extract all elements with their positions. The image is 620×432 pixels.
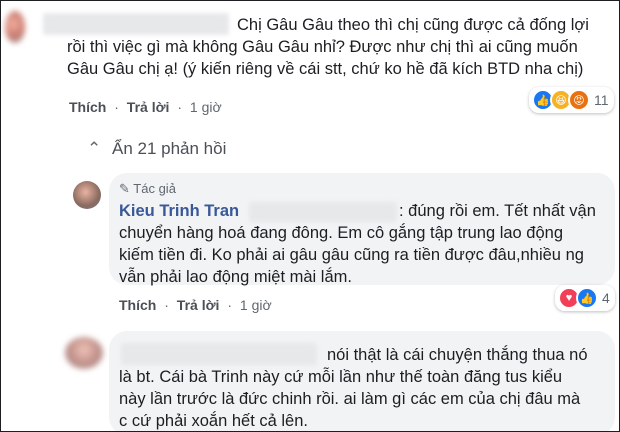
reply-2-line: là bt. Cái bà Trinh này cứ mỗi lần như t… [119,368,563,386]
screenshot-frame: Chị Gâu Gâu theo thì chị cũng được cả đố… [0,0,620,432]
chevron-up-icon: ⌃ [87,139,102,158]
author-badge: ✎ Tác giả [119,181,176,197]
comment-1-line: rồi thì việc gì mà không Gâu Gâu nhỉ? Đư… [67,38,578,56]
mention-redacted [249,202,397,222]
comment-1-reactions[interactable]: 👍 😆 😡 11 [529,87,614,113]
reply-1-line: kiếm tiền đi. Ko phải ai gâu gâu cũng ra… [119,246,584,264]
commenter-avatar[interactable] [5,11,25,43]
reply-time: 1 giờ [239,297,272,313]
comment-time: 1 giờ [189,99,222,115]
reply-1-line: vẫn phải lao động miệt mài lắm. [119,268,352,286]
reply-1-text-cont: chuyển hàng hoá đang đông. Em cô gắng tậ… [119,222,611,288]
reply-2-text-cont: là bt. Cái bà Trinh này cứ mỗi lần như t… [119,366,615,431]
reply-link[interactable]: Trả lời [177,297,220,313]
reply-1-line: : đúng rồi em. Tết nhất vận [399,202,596,220]
comment-1-line: Gâu Gâu chị ạ! (ý kiến riêng về cái stt,… [67,60,584,78]
hide-replies-label: Ẩn 21 phản hồi [111,139,227,158]
reply-2-line: này lần trước là đức chinh rồi. ai làm g… [119,390,581,408]
like-link[interactable]: Thích [119,297,156,313]
reply-1-actions: Thích · Trả lời · 1 giờ [119,297,272,313]
pencil-icon: ✎ [119,181,130,196]
comment-1-text-cont: rồi thì việc gì mà không Gâu Gâu nhỉ? Đư… [67,36,619,80]
angry-icon: 😡 [568,89,590,111]
like-link[interactable]: Thích [69,99,106,115]
comment-1-text: Chị Gâu Gâu theo thì chị cũng được cả đố… [237,14,617,36]
reply-2-line: nói thật là cái chuyện thắng thua nó [327,346,588,364]
comment-1-actions: Thích · Trả lời · 1 giờ [69,99,222,115]
reply-link[interactable]: Trả lời [127,99,170,115]
reply-2-avatar[interactable] [65,337,103,369]
reply-2-text: nói thật là cái chuyện thắng thua nó [327,344,617,366]
author-avatar[interactable] [73,181,101,209]
comment-1-line: Chị Gâu Gâu theo thì chị cũng được cả đố… [237,16,589,34]
hide-replies-link[interactable]: ⌃ Ẩn 21 phản hồi [87,139,226,159]
reply-1-reactions[interactable]: ♥ 👍 4 [555,285,615,311]
author-badge-label: Tác giả [133,181,176,196]
reply-1-text: : đúng rồi em. Tết nhất vận [399,200,609,222]
reply-2-line: c cứ phải xoắn hết cả lên. [119,412,308,430]
reply-1-line: chuyển hàng hoá đang đông. Em cô gắng tậ… [119,224,564,242]
like-icon: 👍 [576,287,598,309]
reaction-count: 11 [594,92,609,108]
reply-2-name-redacted [121,343,317,365]
reaction-count: 4 [602,290,610,306]
author-name[interactable]: Kieu Trinh Tran [119,200,239,222]
commenter-name-redacted [43,13,229,35]
